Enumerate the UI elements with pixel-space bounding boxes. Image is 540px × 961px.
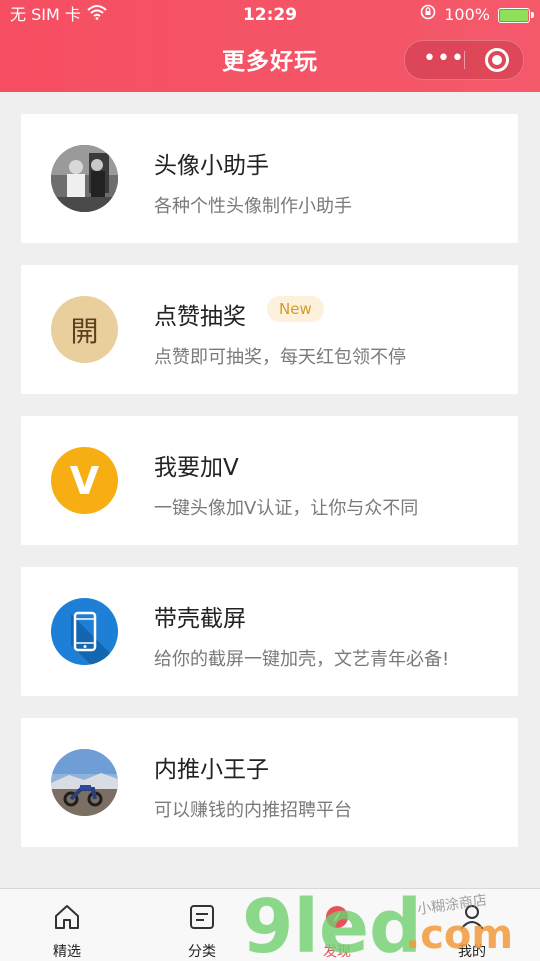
card-description: 各种个性头像制作小助手 bbox=[154, 196, 352, 217]
card-description: 给你的截屏一键加壳，文艺青年必备! bbox=[154, 649, 450, 670]
tab-label: 我的 bbox=[458, 944, 486, 960]
tab-mine[interactable]: 我的 bbox=[422, 889, 522, 961]
tab-categories[interactable]: 分类 bbox=[152, 889, 252, 961]
top-header: 无 SIM 卡 12:29 100% 更多好玩 ••• bbox=[0, 0, 540, 92]
card-avatar-helper[interactable]: 头像小助手 各种个性头像制作小助手 bbox=[21, 114, 518, 243]
list-icon bbox=[188, 903, 216, 931]
card-description: 点赞即可抽奖，每天红包领不停 bbox=[154, 347, 406, 368]
tab-label: 精选 bbox=[53, 944, 81, 960]
card-like-lottery[interactable]: 開 点赞抽奖 New 点赞即可抽奖，每天红包领不停 bbox=[21, 265, 518, 394]
compass-icon bbox=[323, 903, 351, 931]
tab-label: 分类 bbox=[188, 944, 216, 960]
close-miniprogram-button[interactable] bbox=[485, 48, 509, 72]
card-referral-prince[interactable]: 内推小王子 可以赚钱的内推招聘平台 bbox=[21, 718, 518, 847]
rotation-lock-icon bbox=[420, 0, 436, 30]
miniprogram-capsule: ••• bbox=[404, 40, 524, 80]
avatar-helper-thumbnail bbox=[51, 145, 118, 212]
battery-percent: 100% bbox=[444, 5, 490, 24]
user-icon bbox=[458, 903, 486, 931]
bottom-tab-bar: 精选 分类 发现 我的 bbox=[0, 888, 540, 961]
tab-label: 发现 bbox=[323, 944, 351, 960]
card-screenshot-frame[interactable]: 带壳截屏 给你的截屏一键加壳，文艺青年必备! bbox=[21, 567, 518, 696]
battery-icon bbox=[498, 7, 534, 23]
new-badge: New bbox=[267, 296, 324, 322]
v-badge-icon: V bbox=[51, 447, 118, 514]
lottery-icon: 開 bbox=[51, 296, 118, 363]
capsule-divider bbox=[464, 51, 465, 69]
card-title: 点赞抽奖 bbox=[154, 304, 246, 330]
card-add-v[interactable]: V 我要加V 一键头像加V认证，让你与众不同 bbox=[21, 416, 518, 545]
card-description: 一键头像加V认证，让你与众不同 bbox=[154, 498, 419, 519]
card-title: 我要加V bbox=[154, 455, 239, 481]
tab-featured[interactable]: 精选 bbox=[17, 889, 117, 961]
card-title: 带壳截屏 bbox=[154, 606, 246, 632]
card-description: 可以赚钱的内推招聘平台 bbox=[154, 800, 352, 821]
phone-icon bbox=[51, 598, 118, 665]
v-badge-glyph: V bbox=[69, 458, 100, 503]
card-title: 头像小助手 bbox=[154, 153, 269, 179]
motorbike-photo-icon bbox=[51, 749, 118, 816]
home-icon bbox=[53, 903, 81, 931]
more-menu-button[interactable]: ••• bbox=[423, 48, 465, 70]
card-title: 内推小王子 bbox=[154, 757, 269, 783]
tab-discover[interactable]: 发现 bbox=[287, 889, 387, 961]
status-bar: 无 SIM 卡 12:29 100% bbox=[0, 0, 540, 30]
lottery-icon-glyph: 開 bbox=[70, 314, 99, 348]
